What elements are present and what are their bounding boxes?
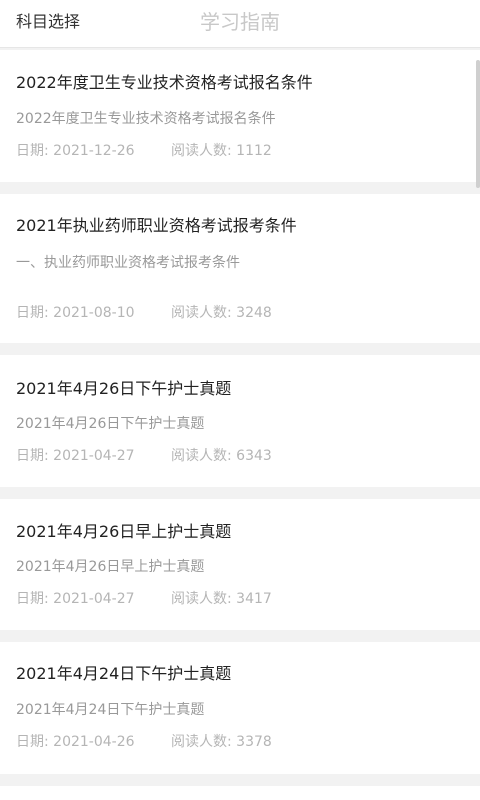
article-meta: 日期: 2021-08-10 阅读人数: 3248 [16, 303, 272, 323]
article-meta: 日期: 2021-12-26 阅读人数: 1112 [16, 141, 272, 161]
article-summary: 2021年4月24日下午护士真题 [16, 702, 205, 718]
date-label: 日期: [16, 448, 49, 464]
article-date: 2021-04-27 [53, 591, 135, 607]
article-date: 2021-12-26 [53, 143, 135, 159]
article-date: 2021-08-10 [53, 305, 135, 321]
article-item[interactable]: 2021年4月24日下午护士真题 2021年4月24日下午护士真题 日期: 20… [0, 642, 480, 774]
article-item[interactable]: 2021年4月26日下午护士真题 2021年4月26日下午护士真题 日期: 20… [0, 355, 480, 487]
readers-count: 3417 [236, 591, 272, 607]
article-item[interactable]: 2022年度卫生专业技术资格考试报名条件 2022年度卫生专业技术资格考试报名条… [0, 50, 480, 182]
article-summary: 2021年4月26日下午护士真题 [16, 416, 205, 432]
readers-count: 3378 [236, 734, 272, 750]
article-item[interactable]: 2021年4月26日早上护士真题 2021年4月26日早上护士真题 日期: 20… [0, 499, 480, 630]
article-title: 2021年4月26日下午护士真题 [16, 379, 232, 398]
article-date: 2021-04-27 [53, 448, 135, 464]
date-label: 日期: [16, 143, 49, 159]
article-summary: 一、执业药师职业资格考试报考条件 [16, 255, 240, 271]
readers-count: 3248 [236, 305, 272, 321]
scrollbar[interactable] [476, 60, 480, 188]
article-meta: 日期: 2021-04-27 阅读人数: 6343 [16, 446, 272, 466]
article-title: 2021年执业药师职业资格考试报考条件 [16, 216, 297, 235]
article-title: 2021年4月26日早上护士真题 [16, 522, 232, 541]
date-label: 日期: [16, 591, 49, 607]
article-title: 2021年4月24日下午护士真题 [16, 664, 232, 683]
article-summary: 2022年度卫生专业技术资格考试报名条件 [16, 111, 276, 127]
article-meta: 日期: 2021-04-27 阅读人数: 3417 [16, 589, 272, 609]
readers-count: 1112 [236, 143, 272, 159]
date-label: 日期: [16, 734, 49, 750]
article-title: 2022年度卫生专业技术资格考试报名条件 [16, 73, 313, 92]
page-title: 学习指南 [200, 10, 280, 34]
readers-label: 阅读人数: [171, 448, 232, 464]
date-label: 日期: [16, 305, 49, 321]
readers-label: 阅读人数: [171, 305, 232, 321]
article-meta: 日期: 2021-04-26 阅读人数: 3378 [16, 732, 272, 752]
article-summary: 2021年4月26日早上护士真题 [16, 559, 205, 575]
readers-label: 阅读人数: [171, 591, 232, 607]
readers-label: 阅读人数: [171, 734, 232, 750]
top-bar: 科目选择 学习指南 [0, 0, 480, 48]
article-item[interactable]: 2021年执业药师职业资格考试报考条件 一、执业药师职业资格考试报考条件 日期:… [0, 194, 480, 343]
readers-count: 6343 [236, 448, 272, 464]
readers-label: 阅读人数: [171, 143, 232, 159]
article-date: 2021-04-26 [53, 734, 135, 750]
article-item[interactable] [0, 786, 480, 800]
